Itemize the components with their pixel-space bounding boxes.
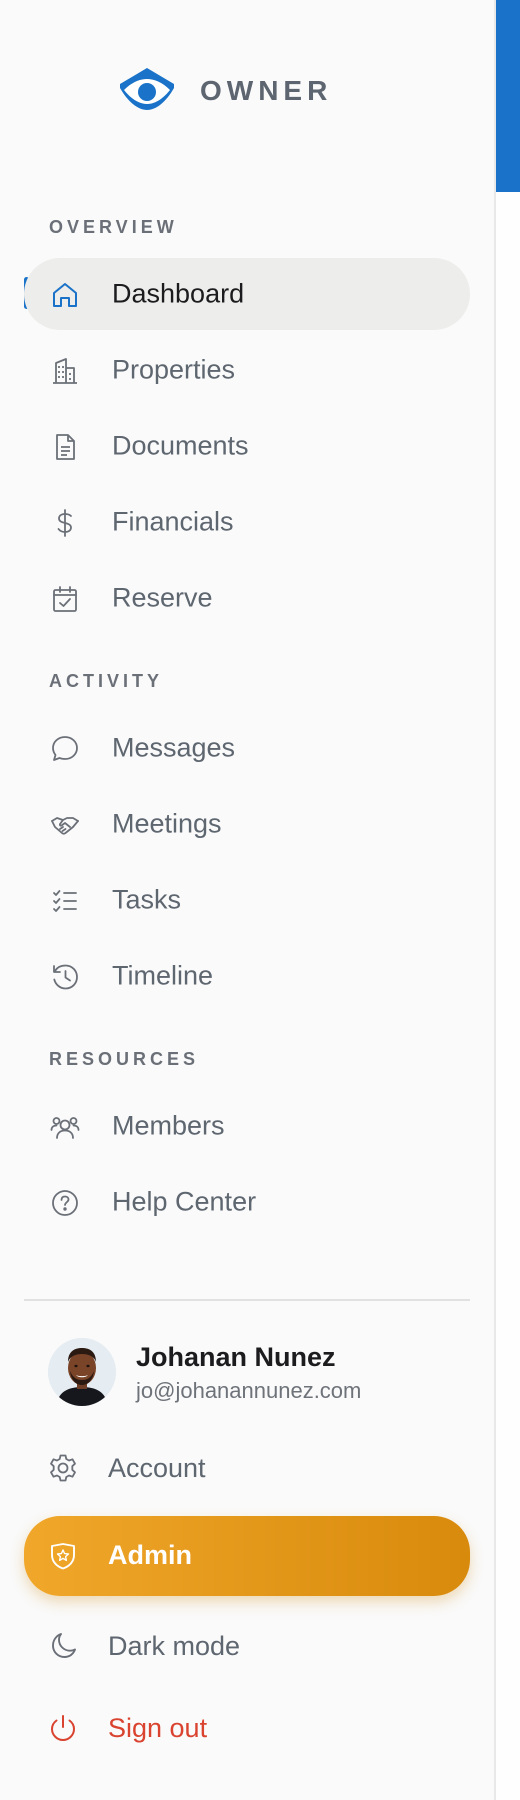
calendar-check-icon — [50, 584, 80, 614]
sidebar-item-label: Members — [112, 1110, 225, 1141]
account-label: Account — [108, 1453, 206, 1483]
sidebar-item-label: Timeline — [112, 960, 214, 991]
section-label-overview: OVERVIEW — [49, 217, 178, 237]
sidebar-item-label: Help Center — [112, 1186, 257, 1217]
dark-mode-toggle[interactable]: Dark mode — [24, 1611, 470, 1681]
help-circle-icon — [50, 1188, 80, 1218]
divider — [24, 1299, 470, 1301]
checklist-icon — [50, 886, 80, 916]
sidebar-item-label: Documents — [112, 430, 249, 461]
sidebar-item-dashboard[interactable]: Dashboard — [24, 258, 470, 330]
sidebar-item-label: Meetings — [112, 808, 222, 839]
chat-bubble-icon — [50, 734, 80, 764]
sidebar-item-members[interactable]: Members — [24, 1090, 470, 1162]
sidebar-item-label: Properties — [112, 354, 236, 385]
moon-icon — [48, 1631, 78, 1661]
sign-out-label: Sign out — [108, 1713, 208, 1743]
power-icon — [48, 1713, 78, 1743]
account-button[interactable]: Account — [24, 1433, 470, 1503]
user-name: Johanan Nunez — [136, 1342, 336, 1372]
eye-logo-icon — [120, 68, 174, 110]
dark-mode-label: Dark mode — [108, 1631, 241, 1661]
sidebar-item-label: Dashboard — [112, 278, 245, 309]
sidebar-item-meetings[interactable]: Meetings — [24, 788, 470, 860]
user-email: jo@johanannunez.com — [136, 1378, 362, 1403]
brand-logo[interactable]: OWNER — [118, 66, 332, 116]
sidebar-item-label: Financials — [112, 506, 234, 537]
header-accent — [496, 0, 520, 192]
sidebar-item-label: Messages — [112, 732, 236, 763]
brand-name: OWNER — [200, 75, 333, 106]
sidebar-item-properties[interactable]: Properties — [24, 334, 470, 406]
document-icon — [50, 432, 80, 462]
users-icon — [50, 1112, 80, 1142]
building-icon — [50, 356, 80, 386]
main-content-edge — [496, 0, 520, 1800]
sidebar-item-timeline[interactable]: Timeline — [24, 940, 470, 1012]
history-icon — [50, 962, 80, 992]
admin-label: Admin — [108, 1540, 192, 1570]
sidebar-item-reserve[interactable]: Reserve — [24, 562, 470, 634]
sidebar-item-documents[interactable]: Documents — [24, 410, 470, 482]
gear-icon — [48, 1453, 78, 1483]
sidebar: OWNER OVERVIEW Dashboard Properties Docu… — [0, 0, 494, 1800]
home-icon — [50, 280, 80, 310]
shield-star-icon — [48, 1541, 78, 1571]
sidebar-item-tasks[interactable]: Tasks — [24, 864, 470, 936]
avatar[interactable] — [48, 1338, 116, 1406]
sidebar-item-label: Reserve — [112, 582, 213, 613]
sidebar-item-help-center[interactable]: Help Center — [24, 1166, 470, 1238]
sign-out-button[interactable]: Sign out — [24, 1693, 470, 1763]
sidebar-item-messages[interactable]: Messages — [24, 712, 470, 784]
dollar-icon — [50, 508, 80, 538]
sidebar-item-financials[interactable]: Financials — [24, 486, 470, 558]
sidebar-item-label: Tasks — [112, 884, 182, 915]
handshake-icon — [50, 810, 80, 840]
section-label-resources: RESOURCES — [49, 1049, 200, 1069]
admin-button[interactable]: Admin — [24, 1516, 470, 1596]
section-label-activity: ACTIVITY — [49, 671, 164, 691]
user-profile[interactable]: Johanan Nunez jo@johanannunez.com — [48, 1338, 468, 1408]
